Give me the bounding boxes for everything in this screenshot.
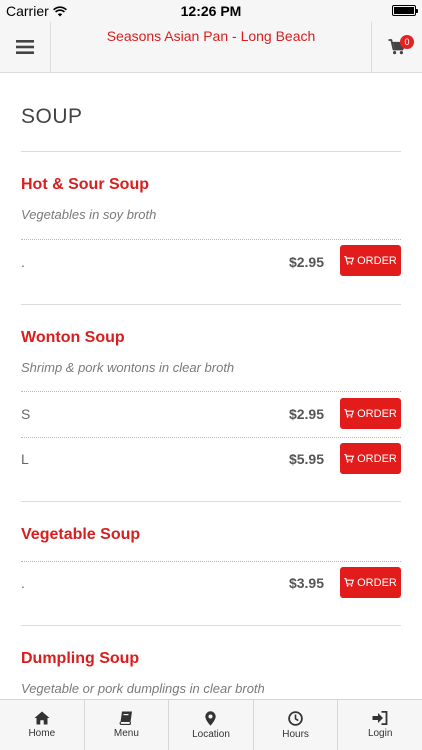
clock-icon [288,710,303,726]
order-button[interactable]: ORDER [340,567,401,598]
order-button[interactable]: ORDER [340,245,401,276]
divider [21,501,401,502]
divider [21,151,401,152]
divider [21,304,401,305]
order-button-label: ORDER [357,452,397,465]
tab-menu[interactable]: Menu [85,700,170,750]
book-icon [119,711,133,725]
item-name[interactable]: Wonton Soup [21,329,125,347]
section-title: SOUP [21,105,83,128]
cart-button[interactable]: 0 [371,22,422,72]
item-name[interactable]: Dumpling Soup [21,650,139,668]
item-name[interactable]: Hot & Sour Soup [21,176,149,194]
option-price: $5.95 [288,451,324,467]
cart-icon [344,454,355,463]
tab-label: Location [192,728,230,740]
divider [21,625,401,626]
option-label: S [21,406,31,422]
hamburger-icon [16,40,34,54]
cart-count-badge: 0 [400,35,414,49]
status-time: 12:26 PM [180,3,242,19]
hamburger-menu-button[interactable] [0,22,51,72]
option-label: . [21,575,25,591]
order-button[interactable]: ORDER [340,443,401,474]
order-button-label: ORDER [357,407,397,420]
cart-icon [344,578,355,587]
tab-label: Login [367,728,393,739]
order-button-label: ORDER [357,576,397,589]
order-button-label: ORDER [357,254,397,267]
bottom-tab-bar: Home Menu Location Hours Login [0,699,422,750]
order-button[interactable]: ORDER [340,398,401,429]
option-label: L [21,451,29,467]
option-label: . [21,254,25,270]
item-description: Vegetables in soy broth [21,207,157,222]
tab-location[interactable]: Location [169,700,254,750]
dotted-divider [21,391,401,392]
item-description: Vegetable or pork dumplings in clear bro… [21,681,265,696]
option-price: $3.95 [288,575,324,591]
status-bar: Carrier 12:26 PM [0,0,422,22]
cart-icon [344,409,355,418]
item-name[interactable]: Vegetable Soup [21,526,140,544]
tab-label: Hours [282,728,309,740]
menu-content[interactable]: SOUP Hot & Sour Soup Vegetables in soy b… [0,73,422,699]
map-pin-icon [205,710,217,726]
home-icon [34,711,50,725]
tab-login[interactable]: Login [338,700,422,750]
cart-icon [344,256,355,265]
tab-home[interactable]: Home [0,700,85,750]
tab-label: Home [28,728,56,739]
option-price: $2.95 [288,254,324,270]
battery-icon [392,5,418,16]
dotted-divider [21,239,401,240]
dotted-divider [21,437,401,438]
option-price: $2.95 [288,406,324,422]
nav-bar: Seasons Asian Pan - Long Beach 0 [0,22,422,73]
tab-label: Menu [113,728,139,739]
item-description: Shrimp & pork wontons in clear broth [21,360,235,375]
restaurant-title: Seasons Asian Pan - Long Beach [106,28,316,44]
tab-hours[interactable]: Hours [254,700,339,750]
sign-in-icon [372,711,388,725]
dotted-divider [21,561,401,562]
